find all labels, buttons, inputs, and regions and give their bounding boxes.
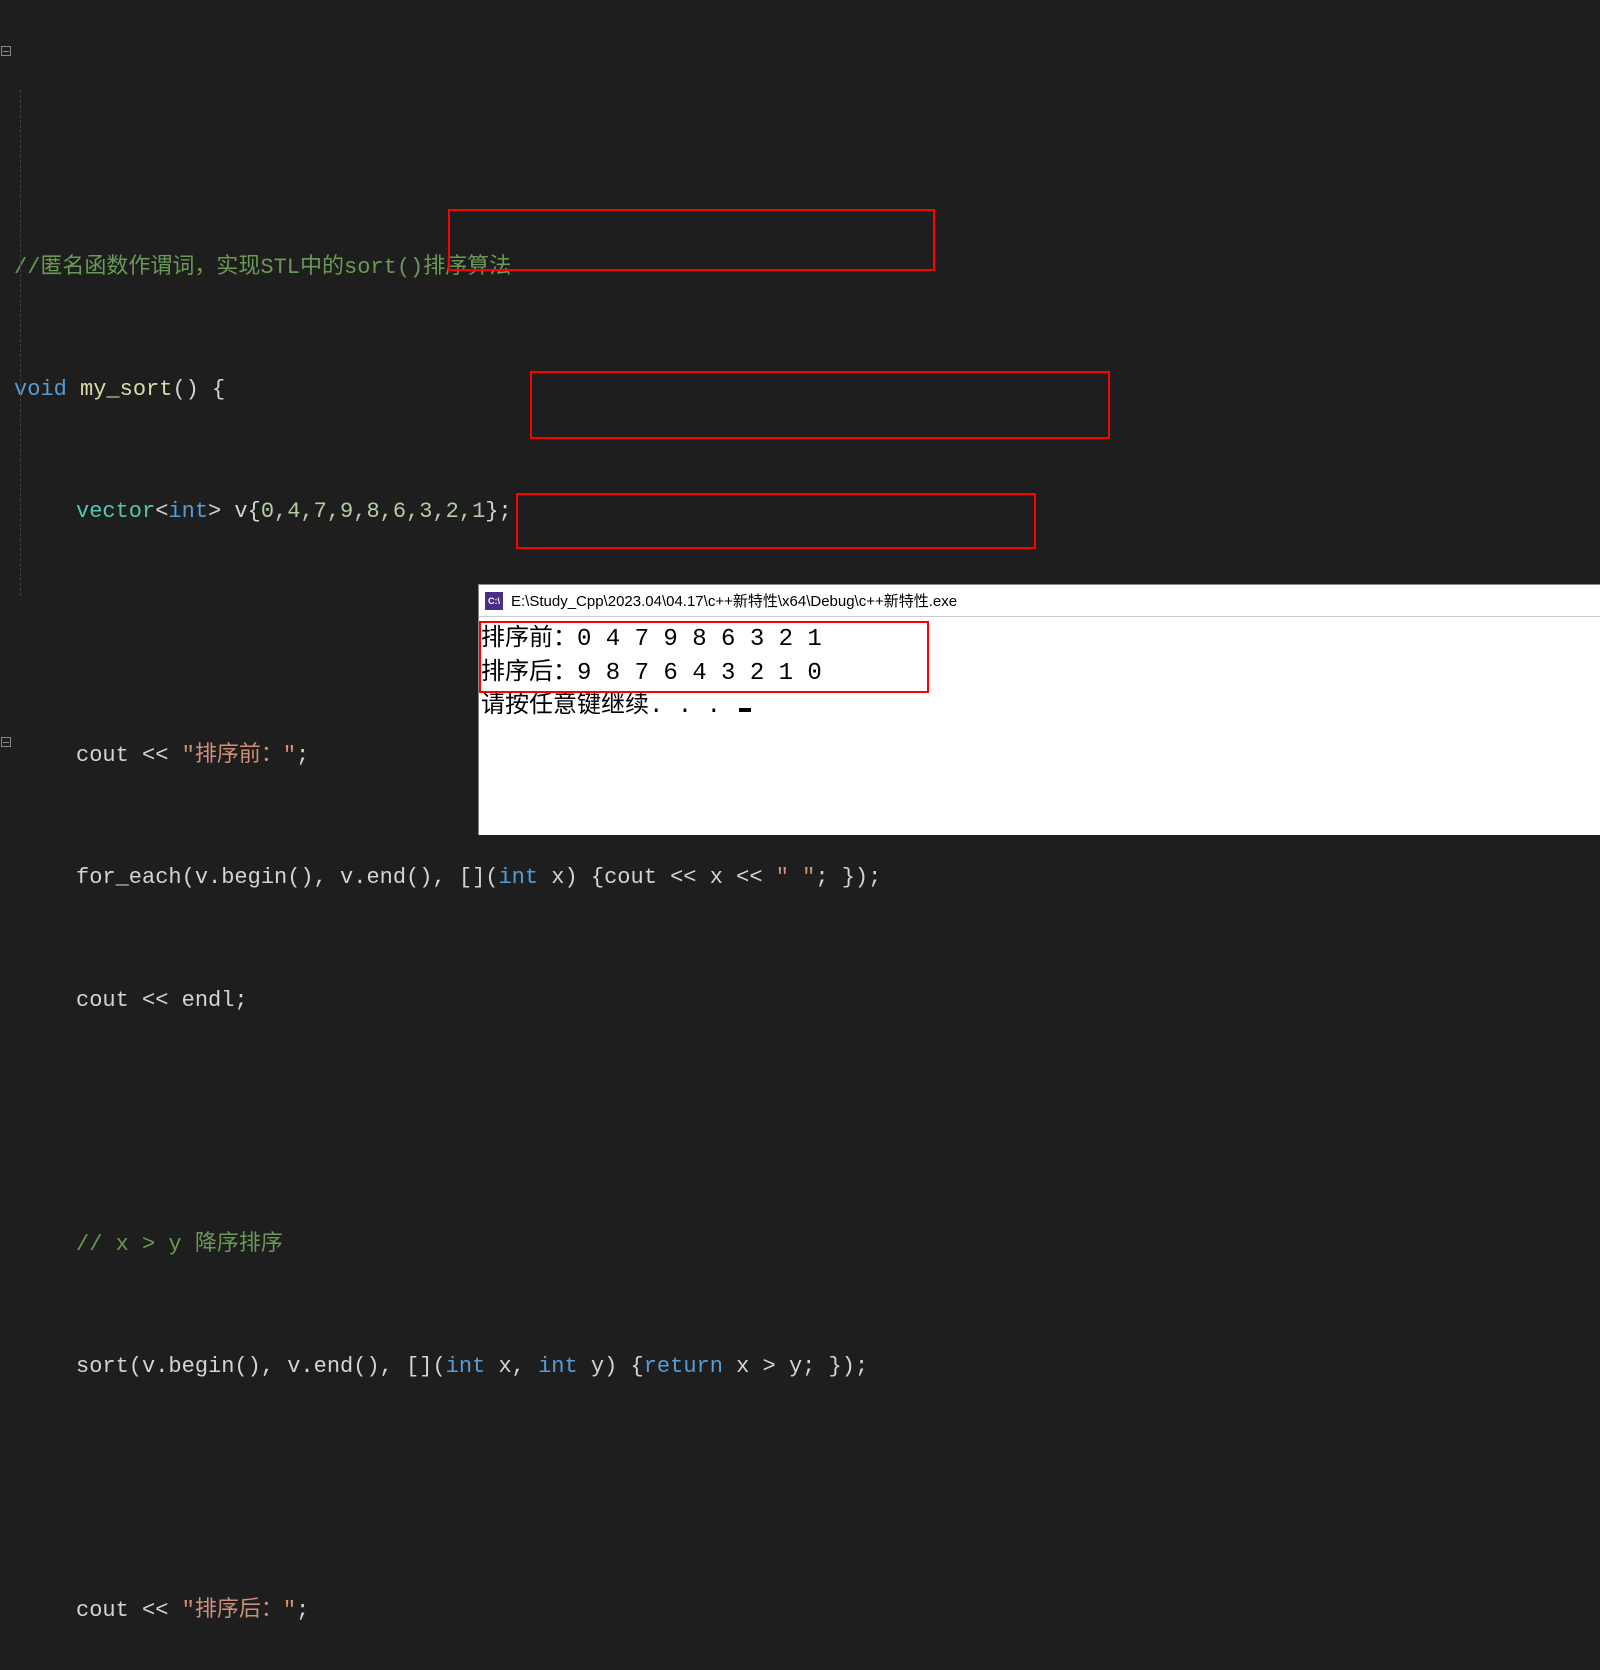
code-line[interactable]: for_each(v.begin(), v.end(), [](int x) {… [0, 858, 1600, 899]
type-int: int [168, 499, 208, 524]
keyword-return: return [644, 1354, 723, 1379]
console-output-line: 排序后：9 8 7 6 4 3 2 1 0 [479, 657, 1600, 691]
blank-line[interactable] [0, 1103, 1600, 1144]
console-window: C:\ E:\Study_Cpp\2023.04\04.17\c++新特性\x6… [478, 584, 1600, 835]
console-output-line: 排序前：0 4 7 9 8 6 3 2 1 [479, 623, 1600, 657]
comment: // x > y 降序排序 [76, 1232, 283, 1257]
console-body[interactable]: 排序前：0 4 7 9 8 6 3 2 1 排序后：9 8 7 6 4 3 2 … [479, 617, 1600, 724]
code-line[interactable]: //匿名函数作谓词，实现STL中的sort()排序算法 [0, 248, 1600, 289]
semicolon: ; [296, 1598, 309, 1623]
foreach-call: for_each(v.begin(), v.end(), []( [76, 865, 498, 890]
console-prompt-line: 请按任意键继续. . . [479, 690, 1600, 724]
func-name: my_sort [67, 377, 173, 402]
semicolon: ; [296, 743, 309, 768]
fold-marker[interactable] [1, 737, 11, 747]
code-line[interactable]: vector<int> v{0,4,7,9,8,6,3,2,1}; [0, 492, 1600, 533]
console-icon: C:\ [485, 592, 503, 610]
keyword-void: void [14, 377, 67, 402]
string-literal: " " [776, 865, 816, 890]
angle-bracket: < [155, 499, 168, 524]
string-literal: "排序后：" [182, 1598, 296, 1623]
cout: cout << [76, 743, 182, 768]
angle-bracket: > [208, 499, 221, 524]
cout-endl: cout << endl; [76, 988, 248, 1013]
var-decl: v{ [221, 499, 261, 524]
code-editor[interactable]: //匿名函数作谓词，实现STL中的sort()排序算法 void my_sort… [0, 0, 1600, 1670]
cout: cout << [76, 1598, 182, 1623]
param-x: x, [485, 1354, 538, 1379]
code-line[interactable]: sort(v.begin(), v.end(), [](int x, int y… [0, 1347, 1600, 1388]
code-line[interactable]: cout << endl; [0, 981, 1600, 1022]
punct: }; [485, 499, 511, 524]
blank-line[interactable] [0, 1469, 1600, 1510]
fold-marker[interactable] [1, 46, 11, 56]
type-int: int [446, 1354, 486, 1379]
code-line[interactable]: void my_sort() { [0, 370, 1600, 411]
console-titlebar[interactable]: C:\ E:\Study_Cpp\2023.04\04.17\c++新特性\x6… [479, 585, 1600, 617]
number-list: 0,4,7,9,8,6,3,2,1 [261, 499, 485, 524]
console-title: E:\Study_Cpp\2023.04\04.17\c++新特性\x64\De… [511, 590, 957, 611]
type-int: int [538, 1354, 578, 1379]
type-vector: vector [76, 499, 155, 524]
sort-call: sort(v.begin(), v.end(), []( [76, 1354, 446, 1379]
code-line[interactable]: cout << "排序后："; [0, 1591, 1600, 1632]
string-literal: "排序前：" [182, 743, 296, 768]
param-y: y) { [578, 1354, 644, 1379]
type-int: int [498, 865, 538, 890]
punct: () { [172, 377, 225, 402]
lambda-body: x) {cout << x << [538, 865, 776, 890]
return-expr: x > y; }); [723, 1354, 868, 1379]
code-line[interactable]: // x > y 降序排序 [0, 1225, 1600, 1266]
punct: ; }); [815, 865, 881, 890]
comment: //匿名函数作谓词，实现STL中的sort()排序算法 [14, 255, 511, 280]
cursor-icon [739, 708, 751, 712]
